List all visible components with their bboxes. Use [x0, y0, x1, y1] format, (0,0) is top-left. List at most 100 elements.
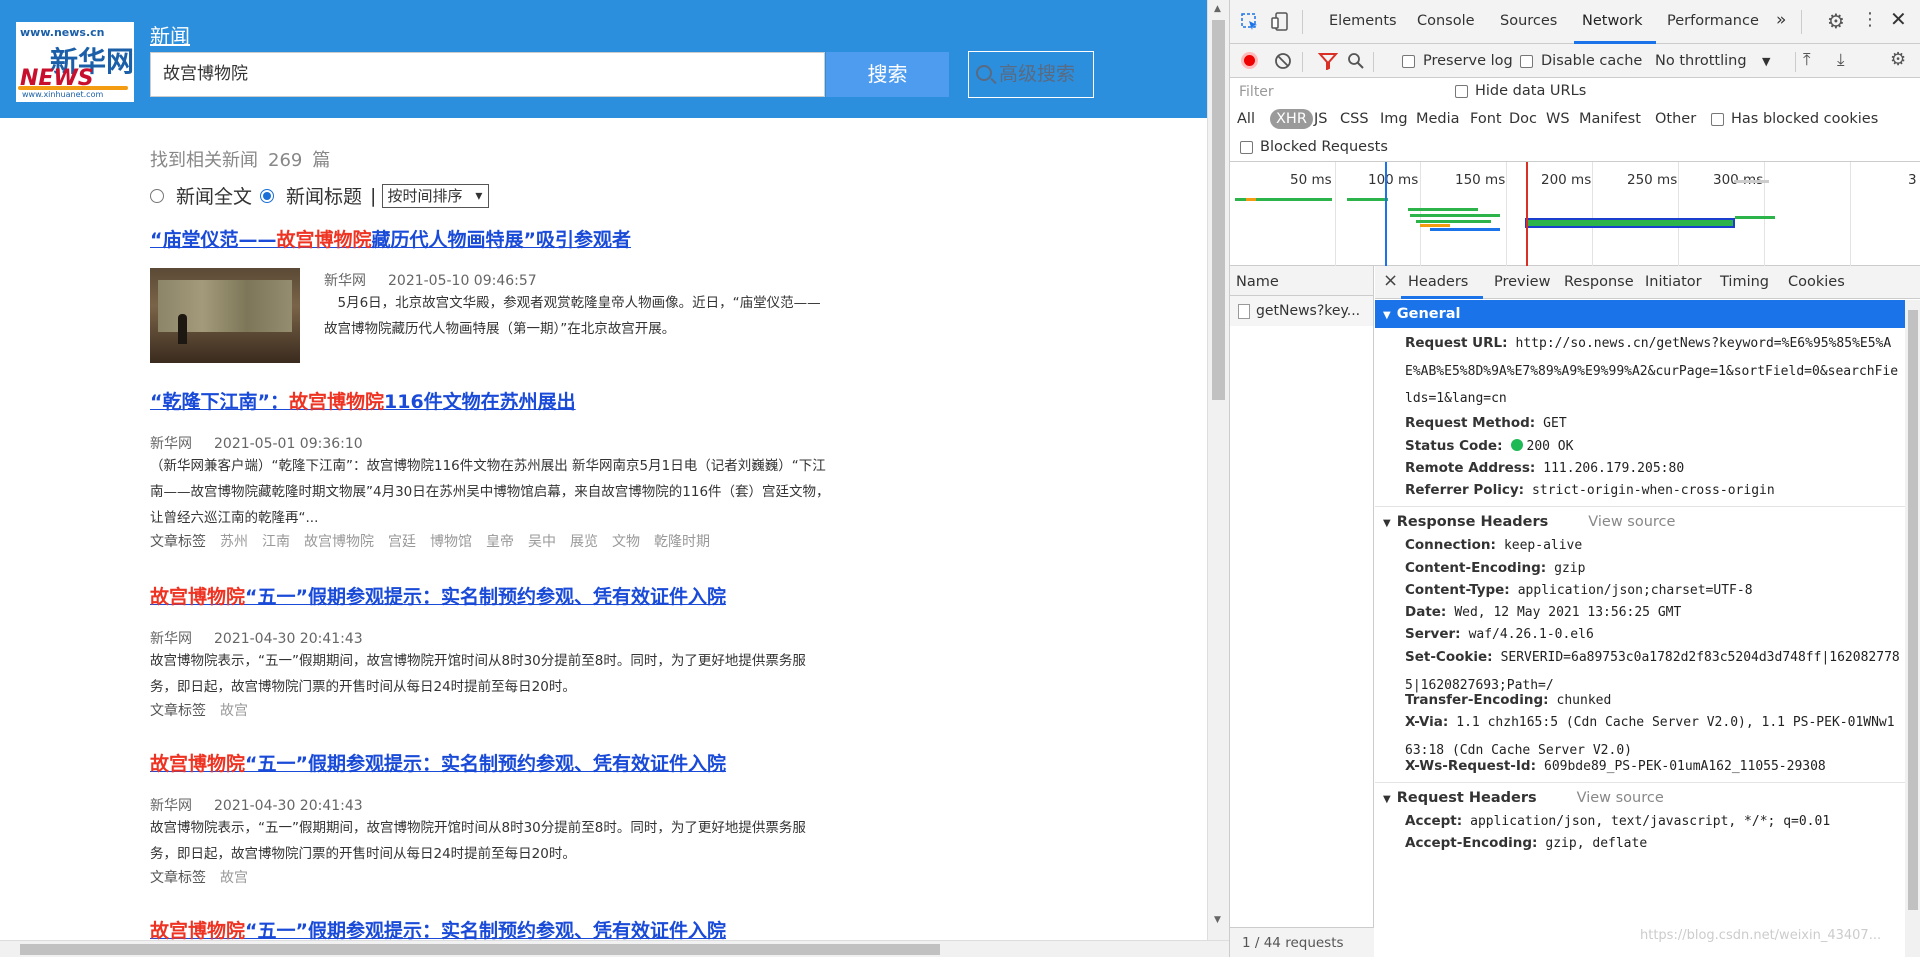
- tab-timing[interactable]: Timing: [1720, 274, 1769, 290]
- view-source-link[interactable]: View source: [1588, 514, 1675, 530]
- device-toolbar-icon[interactable]: [1270, 11, 1290, 33]
- search-button[interactable]: 搜索: [826, 52, 949, 97]
- disable-cache-checkbox[interactable]: [1520, 55, 1533, 68]
- timeline-tick: 50 ms: [1290, 172, 1332, 188]
- close-detail-icon[interactable]: ×: [1383, 270, 1398, 291]
- request-row[interactable]: getNews?key...: [1230, 296, 1373, 326]
- tab-initiator[interactable]: Initiator: [1645, 274, 1702, 290]
- filter-input[interactable]: Filter: [1235, 82, 1445, 103]
- search-input[interactable]: 故宫博物院: [150, 52, 825, 97]
- tag-link[interactable]: 宫廷: [388, 534, 416, 550]
- network-overview-timeline[interactable]: 50 ms 100 ms 150 ms 200 ms 250 ms 300 ms…: [1230, 162, 1920, 266]
- chevron-down-icon[interactable]: ▼: [1762, 55, 1770, 68]
- scroll-down-icon[interactable]: ▼: [1214, 915, 1221, 925]
- tab-response[interactable]: Response: [1564, 274, 1634, 290]
- tag-link[interactable]: 吴中: [528, 534, 556, 550]
- tab-network[interactable]: Network: [1582, 13, 1643, 29]
- settings-gear-icon[interactable]: ⚙: [1827, 9, 1845, 33]
- export-har-icon[interactable]: ⤓: [1837, 50, 1845, 70]
- blocked-requests-checkbox[interactable]: [1240, 141, 1253, 154]
- type-img[interactable]: Img: [1380, 111, 1408, 127]
- tag-link[interactable]: 博物馆: [430, 534, 472, 550]
- type-xhr[interactable]: XHR: [1270, 109, 1313, 129]
- resource-type-filters: All XHR JS CSS Img Media Font Doc WS Man…: [1230, 106, 1920, 162]
- filter-funnel-icon[interactable]: [1318, 52, 1338, 70]
- tab-headers[interactable]: Headers: [1408, 274, 1468, 290]
- clear-icon[interactable]: [1274, 52, 1292, 70]
- has-blocked-cookies-label: Has blocked cookies: [1731, 111, 1879, 127]
- has-blocked-cookies-checkbox[interactable]: [1711, 113, 1724, 126]
- disable-cache-label: Disable cache: [1541, 53, 1643, 69]
- scroll-up-icon[interactable]: ▲: [1214, 4, 1221, 14]
- type-font[interactable]: Font: [1470, 111, 1502, 127]
- tab-preview[interactable]: Preview: [1494, 274, 1550, 290]
- general-section-header[interactable]: ▼ General: [1375, 300, 1905, 328]
- record-icon[interactable]: [1241, 52, 1258, 69]
- timeline-bar: [1410, 214, 1500, 217]
- view-source-link[interactable]: View source: [1577, 790, 1664, 806]
- tag-link[interactable]: 故宫: [220, 870, 248, 886]
- grid-line: [1335, 162, 1336, 266]
- site-nav-link[interactable]: 新闻: [150, 20, 190, 49]
- advanced-search-button[interactable]: 高级搜索: [968, 51, 1094, 98]
- tag-link[interactable]: 乾隆时期: [654, 534, 710, 550]
- news-title-link[interactable]: “乾隆下江南”：故宫博物院116件文物在苏州展出: [150, 387, 830, 414]
- tag-link[interactable]: 苏州: [220, 534, 248, 550]
- tag-link[interactable]: 皇帝: [486, 534, 514, 550]
- title-radio[interactable]: [260, 188, 275, 203]
- type-ws[interactable]: WS: [1546, 111, 1570, 127]
- news-title-link[interactable]: 故宫博物院“五一”假期参观提示：实名制预约参观、凭有效证件入院: [150, 749, 830, 776]
- kebab-menu-icon[interactable]: ⋮: [1861, 9, 1879, 30]
- type-js[interactable]: JS: [1314, 111, 1327, 127]
- tab-console[interactable]: Console: [1417, 13, 1475, 29]
- sort-select[interactable]: 按时间排序: [382, 183, 490, 208]
- scrollbar-thumb[interactable]: [1212, 20, 1225, 400]
- timeline-bar: [1347, 198, 1388, 201]
- tab-sources[interactable]: Sources: [1500, 13, 1557, 29]
- scrollbar-thumb[interactable]: [20, 944, 940, 955]
- tag-link[interactable]: 故宫博物院: [304, 534, 374, 550]
- detail-scrollbar[interactable]: [1905, 300, 1920, 957]
- options-separator: |: [370, 184, 377, 207]
- news-title-link[interactable]: 故宫博物院“五一”假期参观提示：实名制预约参观、凭有效证件入院: [150, 582, 830, 609]
- type-all[interactable]: All: [1237, 111, 1255, 127]
- tag-link[interactable]: 故宫: [220, 703, 248, 719]
- news-thumbnail[interactable]: [150, 268, 300, 363]
- search-icon: [976, 65, 992, 81]
- import-har-icon[interactable]: ⤒: [1803, 50, 1811, 70]
- tab-elements[interactable]: Elements: [1329, 13, 1397, 29]
- dom-content-loaded-marker: [1385, 162, 1387, 266]
- tab-performance[interactable]: Performance: [1667, 13, 1759, 29]
- tab-cookies[interactable]: Cookies: [1788, 274, 1845, 290]
- type-css[interactable]: CSS: [1340, 111, 1369, 127]
- hide-data-urls-checkbox[interactable]: [1455, 85, 1468, 98]
- request-url-row: Request URL: http://so.news.cn/getNews?ke…: [1405, 335, 1899, 406]
- headers-content: ▼ General Request URL: http://so.news.cn/g…: [1375, 300, 1905, 957]
- fulltext-radio[interactable]: [150, 188, 164, 203]
- tag-link[interactable]: 江南: [262, 534, 290, 550]
- xinhua-logo[interactable]: www.news.cn 新华网 NEWS www.xinhuanet.com: [16, 22, 134, 102]
- type-other[interactable]: Other: [1655, 111, 1696, 127]
- type-doc[interactable]: Doc: [1509, 111, 1537, 127]
- news-title-link[interactable]: 故宫博物院“五一”假期参观提示：实名制预约参观、凭有效证件入院: [150, 916, 830, 943]
- throttling-select[interactable]: No throttling: [1655, 53, 1747, 69]
- tag-link[interactable]: 文物: [612, 534, 640, 550]
- type-media[interactable]: Media: [1416, 111, 1460, 127]
- scrollbar-thumb[interactable]: [1908, 310, 1918, 910]
- news-title-link[interactable]: “庙堂仪范——故宫博物院藏历代人物画特展”吸引参观者: [150, 225, 830, 252]
- tag-link[interactable]: 展览: [570, 534, 598, 550]
- page-vertical-scrollbar[interactable]: ▲ ▼: [1207, 0, 1229, 940]
- inspect-element-icon[interactable]: [1240, 12, 1260, 32]
- toolbar-divider: [1801, 10, 1802, 34]
- type-manifest[interactable]: Manifest: [1579, 111, 1641, 127]
- network-settings-icon[interactable]: ⚙: [1890, 49, 1906, 70]
- close-devtools-icon[interactable]: ✕: [1890, 7, 1907, 31]
- news-body: 新华网 2021-04-30 20:41:43 故宫博物院表示，“五一”假期期间，…: [150, 628, 830, 720]
- page-horizontal-scrollbar[interactable]: [0, 940, 1229, 957]
- name-column-header[interactable]: Name: [1230, 266, 1373, 296]
- more-tabs-icon[interactable]: »: [1776, 10, 1786, 30]
- search-icon[interactable]: [1347, 52, 1365, 70]
- preserve-log-checkbox[interactable]: [1402, 55, 1415, 68]
- request-count: 1 / 44 requests: [1230, 927, 1374, 957]
- search-options: 新闻全文 新闻标题 | 按时间排序: [150, 182, 490, 209]
